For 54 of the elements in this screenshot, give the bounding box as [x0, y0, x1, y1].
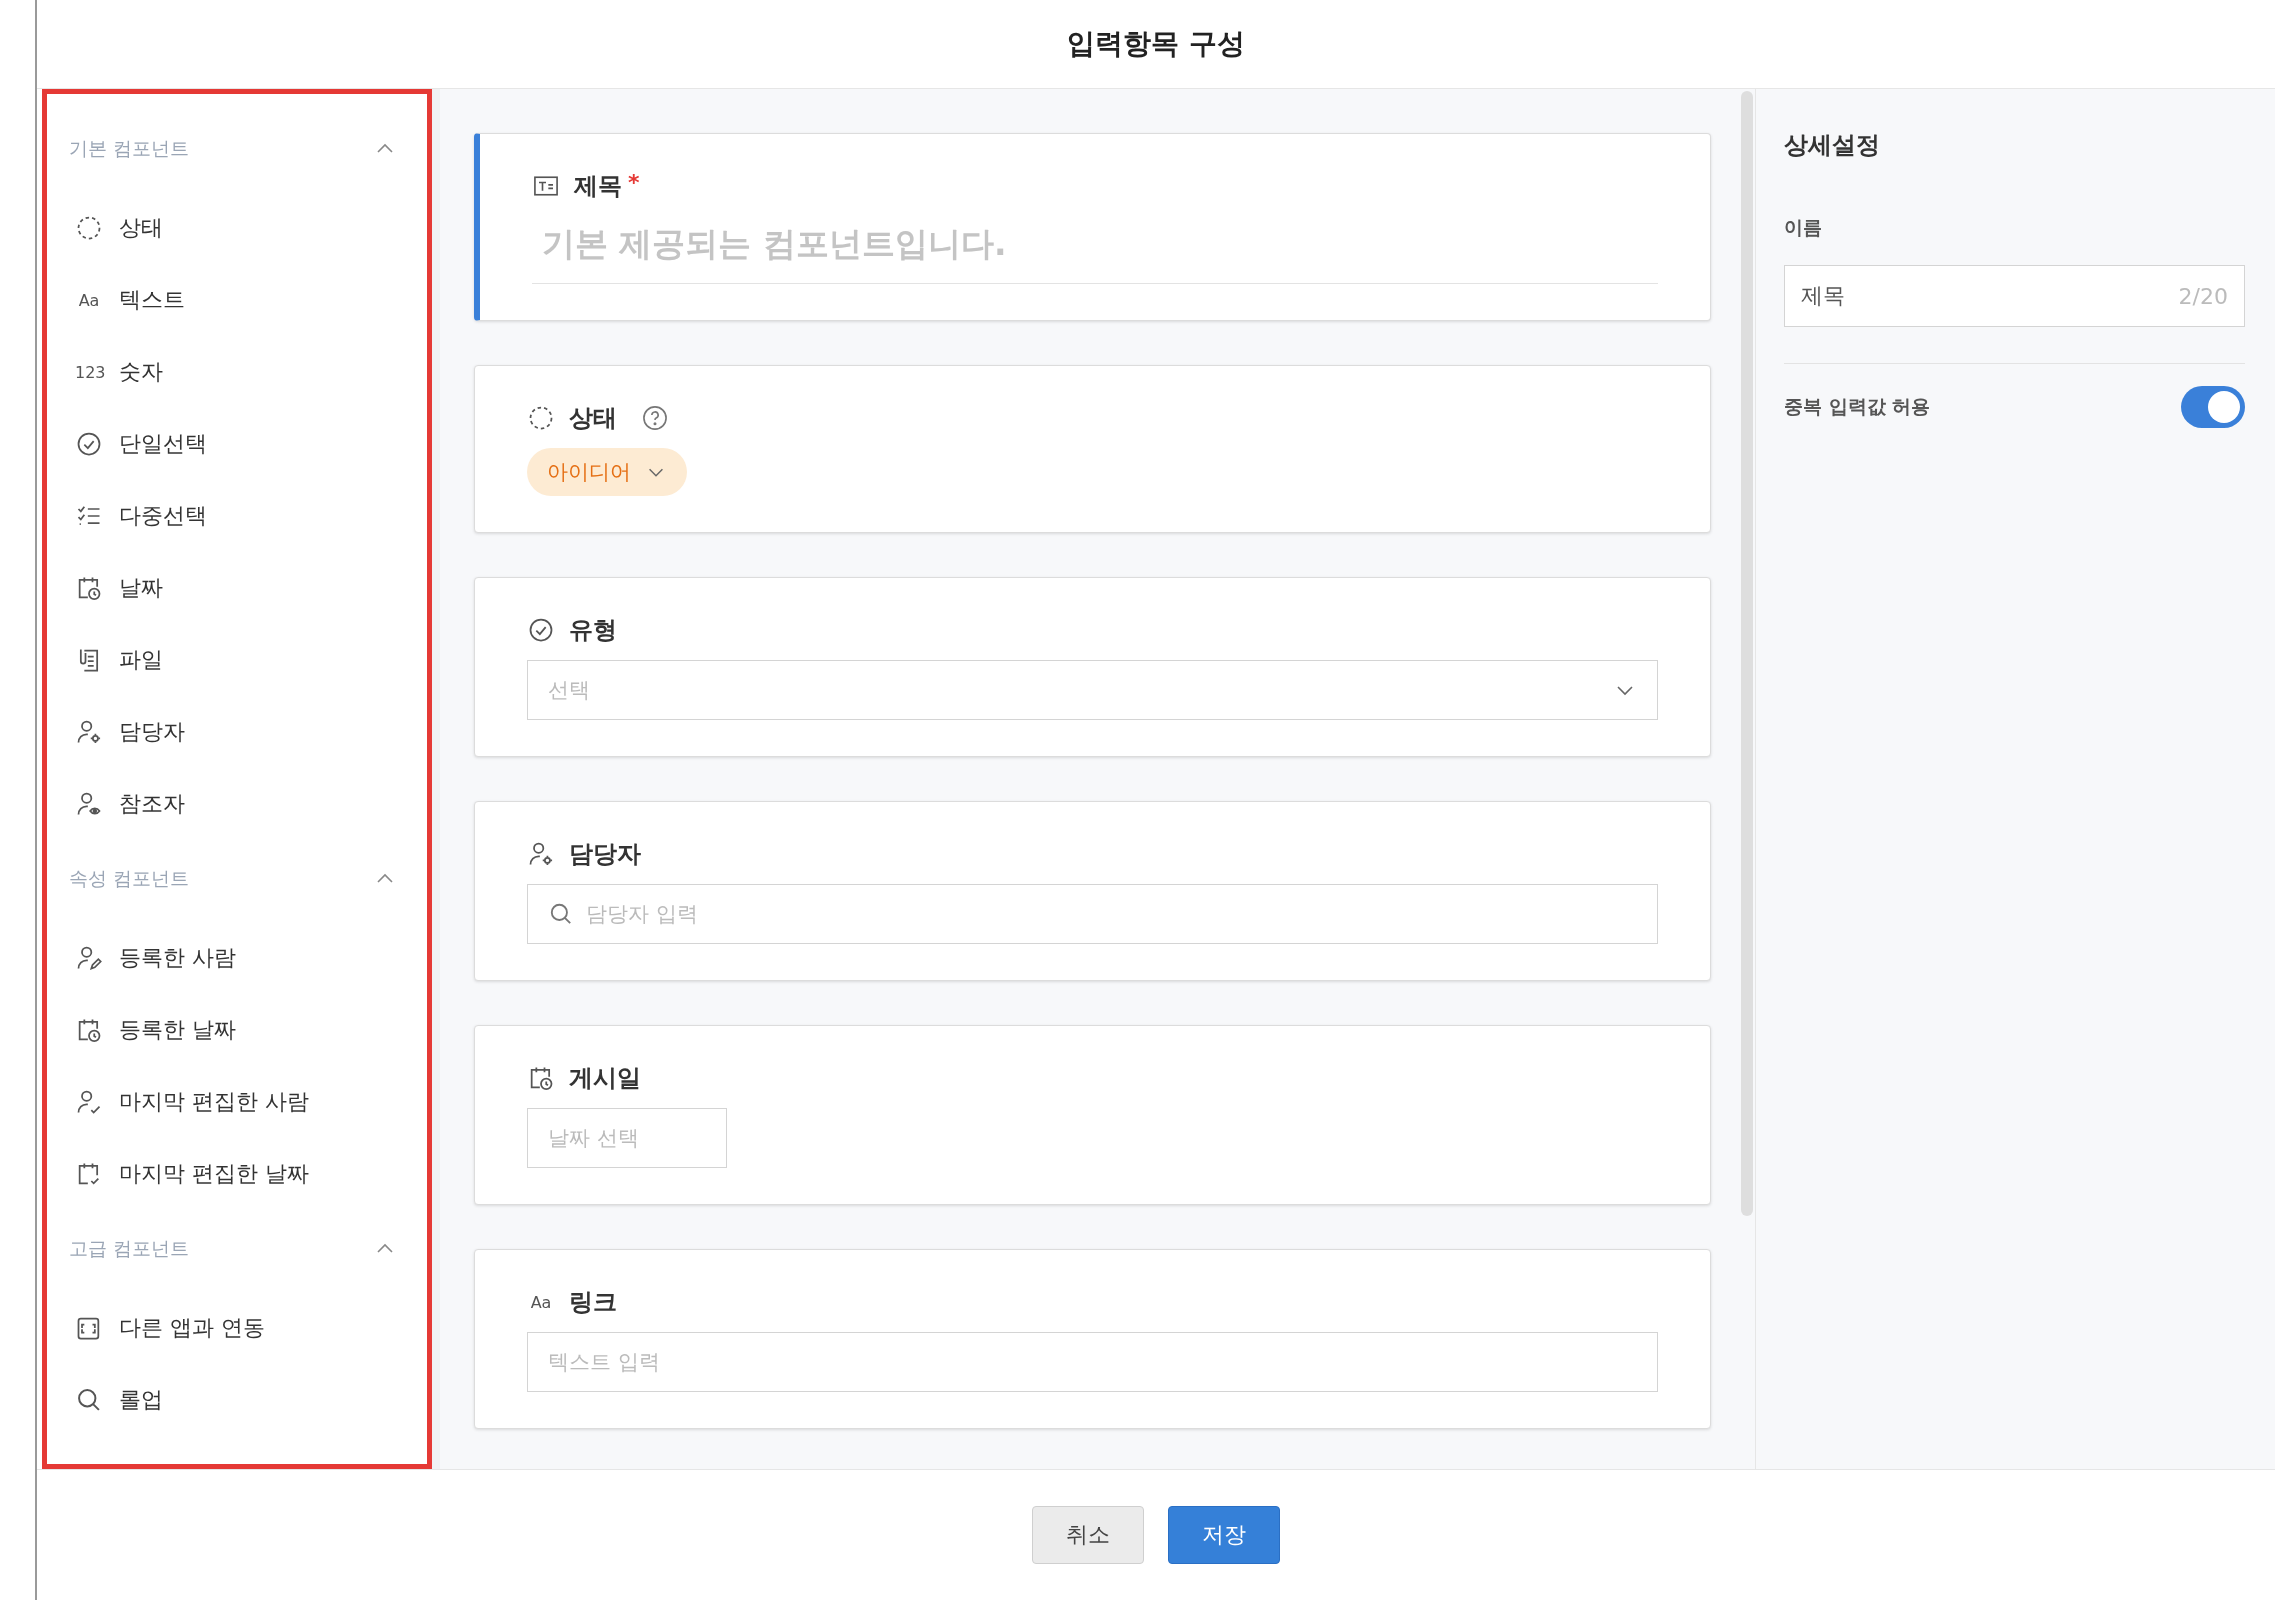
section-title: 기본 컴포넌트 — [69, 136, 190, 161]
field-card[interactable]: 제목 * 기본 제공되는 컴포넌트입니다. — [474, 133, 1711, 321]
field-card[interactable]: 유형 선택 — [474, 577, 1711, 757]
person-gear-icon — [527, 840, 555, 868]
text-format-icon: 123 — [75, 362, 103, 382]
field-card[interactable]: 담당자 담당자 입력 — [474, 801, 1711, 981]
person-gear-icon — [75, 718, 103, 746]
person-eye-icon — [75, 790, 103, 818]
dashed-circle-icon — [527, 404, 555, 432]
field-label: 제목 — [574, 171, 622, 202]
field-label: 유형 — [569, 615, 617, 646]
required-mark: * — [628, 170, 640, 195]
component-item[interactable]: 마지막 편집한 날짜 — [119, 1159, 309, 1189]
component-item[interactable]: 마지막 편집한 사람 — [119, 1087, 309, 1117]
field-label: 게시일 — [569, 1063, 641, 1094]
component-item[interactable]: 날짜 — [119, 573, 163, 603]
person-check-icon — [75, 1088, 103, 1116]
component-item[interactable]: 롤업 — [119, 1385, 163, 1415]
component-item[interactable]: 다른 앱과 연동 — [119, 1313, 265, 1343]
cancel-button[interactable]: 취소 — [1032, 1506, 1144, 1564]
scrollbar-thumb[interactable] — [1741, 91, 1753, 1216]
field-label: 담당자 — [569, 839, 641, 870]
field-label: 상태 — [569, 403, 617, 434]
dashed-circle-icon — [75, 214, 103, 242]
component-item[interactable]: 등록한 사람 — [119, 943, 236, 973]
save-button[interactable]: 저장 — [1168, 1506, 1280, 1564]
field-label: 이름 — [1784, 215, 1823, 240]
name-field[interactable]: 제목 2/20 — [1784, 265, 2245, 327]
text-format-icon: Aa — [527, 1292, 555, 1312]
toggle-switch[interactable] — [2181, 386, 2245, 428]
component-item[interactable]: 담당자 — [119, 717, 185, 747]
field-card[interactable]: 게시일 날짜 선택 — [474, 1025, 1711, 1205]
section-title: 속성 컴포넌트 — [69, 866, 190, 891]
person-pencil-icon — [75, 944, 103, 972]
text-format-icon: Aa — [75, 290, 103, 310]
component-item[interactable]: 다중선택 — [119, 501, 207, 531]
check-circle-icon — [75, 430, 103, 458]
section-title: 고급 컴포넌트 — [69, 1236, 190, 1261]
field-label: 링크 — [569, 1287, 617, 1318]
component-item[interactable]: 등록한 날짜 — [119, 1015, 236, 1045]
component-item[interactable]: 숫자 — [119, 357, 163, 387]
help-icon[interactable] — [641, 404, 669, 432]
field-card[interactable]: Aa 링크 텍스트 입력 — [474, 1249, 1711, 1429]
search-icon — [548, 901, 574, 927]
dialog-title: 입력항목 구성 — [1067, 26, 1245, 62]
field-card[interactable]: 상태 아이디어 — [474, 365, 1711, 533]
component-item[interactable]: 단일선택 — [119, 429, 207, 459]
check-circle-icon — [527, 616, 555, 644]
toggle-label: 중복 입력값 허용 — [1784, 394, 1931, 419]
component-item[interactable]: 상태 — [119, 213, 163, 243]
panel-title: 상세설정 — [1784, 130, 1881, 161]
component-item[interactable]: 텍스트 — [119, 285, 185, 315]
component-item[interactable]: 파일 — [119, 645, 163, 675]
component-item[interactable]: 참조자 — [119, 789, 185, 819]
